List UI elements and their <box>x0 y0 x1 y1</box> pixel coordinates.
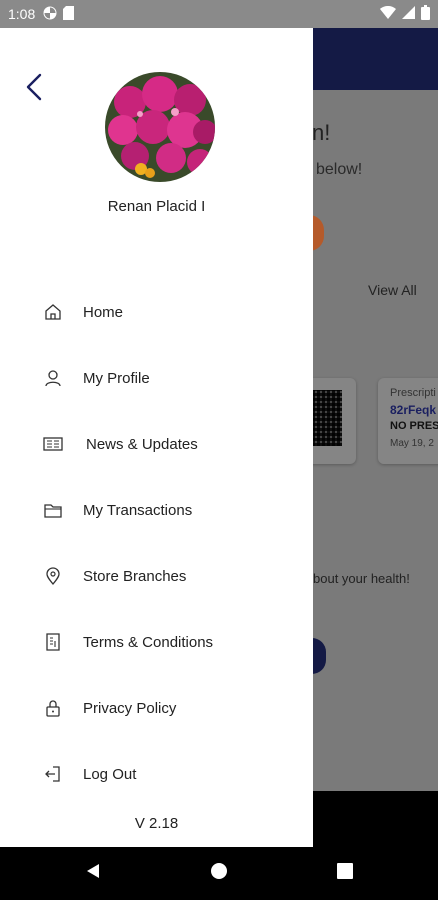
menu-item-label: Home <box>83 303 124 321</box>
menu-item-label: Terms & Conditions <box>83 633 214 651</box>
nav-home-button[interactable] <box>206 860 232 886</box>
avatar[interactable] <box>105 72 215 182</box>
back-triangle-icon <box>84 862 102 885</box>
news-icon <box>43 434 63 454</box>
status-bar: 1:08 <box>0 0 438 28</box>
menu-item-my-transactions[interactable]: My Transactions <box>0 485 313 535</box>
menu-item-label: Log Out <box>83 765 137 783</box>
prescription-card: Prescripti 82rFeqk NO PRES May 19, 2 <box>378 378 438 464</box>
menu-item-store-branches[interactable]: Store Branches <box>0 551 313 601</box>
menu-item-my-profile[interactable]: My Profile <box>0 353 313 403</box>
greeting-text: n! <box>312 120 331 145</box>
nav-back-button[interactable] <box>80 860 106 886</box>
menu-item-privacy-policy[interactable]: Privacy Policy <box>0 683 313 733</box>
menu-item-label: My Transactions <box>83 501 193 519</box>
prescription-date: May 19, 2 <box>390 438 434 449</box>
health-prompt: bout your health! <box>313 571 410 586</box>
menu-item-terms-conditions[interactable]: Terms & Conditions <box>0 617 313 667</box>
pinwheel-icon <box>43 6 57 23</box>
home-icon <box>43 302 63 322</box>
menu-item-label: Privacy Policy <box>83 699 177 717</box>
document-icon <box>43 632 63 652</box>
signal-icon <box>402 6 415 22</box>
recents-square-icon <box>336 862 354 885</box>
location-pin-icon <box>43 566 63 586</box>
menu-item-news-updates[interactable]: News & Updates <box>0 419 313 469</box>
system-nav-bar <box>0 847 438 900</box>
view-all-link: View All <box>368 282 417 298</box>
wallet-icon <box>43 500 63 520</box>
menu-item-home[interactable]: Home <box>0 287 313 337</box>
prescription-code: 82rFeqk <box>390 403 437 417</box>
lock-icon <box>43 698 63 718</box>
battery-icon <box>421 5 430 23</box>
menu-item-log-out[interactable]: Log Out <box>0 749 313 799</box>
greeting-subtitle: below! <box>316 161 363 178</box>
menu-item-label: News & Updates <box>86 435 198 453</box>
status-time: 1:08 <box>8 6 36 22</box>
wifi-icon <box>380 5 396 22</box>
navigation-drawer: Renan Placid I Home My Profile News & Up… <box>0 28 313 847</box>
logout-icon <box>43 764 63 784</box>
back-button[interactable] <box>18 72 50 106</box>
home-circle-icon <box>210 862 228 885</box>
user-name: Renan Placid I <box>107 198 206 215</box>
prescription-status: NO PRES <box>390 420 438 432</box>
app-version: V 2.18 <box>134 815 179 832</box>
menu-item-label: Store Branches <box>83 567 187 585</box>
user-icon <box>43 368 63 388</box>
prescription-label: Prescripti <box>390 387 436 399</box>
chevron-left-icon <box>24 73 44 106</box>
qr-code-icon <box>312 390 342 446</box>
menu-item-label: My Profile <box>83 369 150 387</box>
nav-recents-button[interactable] <box>332 860 358 886</box>
sd-card-icon <box>63 5 75 23</box>
